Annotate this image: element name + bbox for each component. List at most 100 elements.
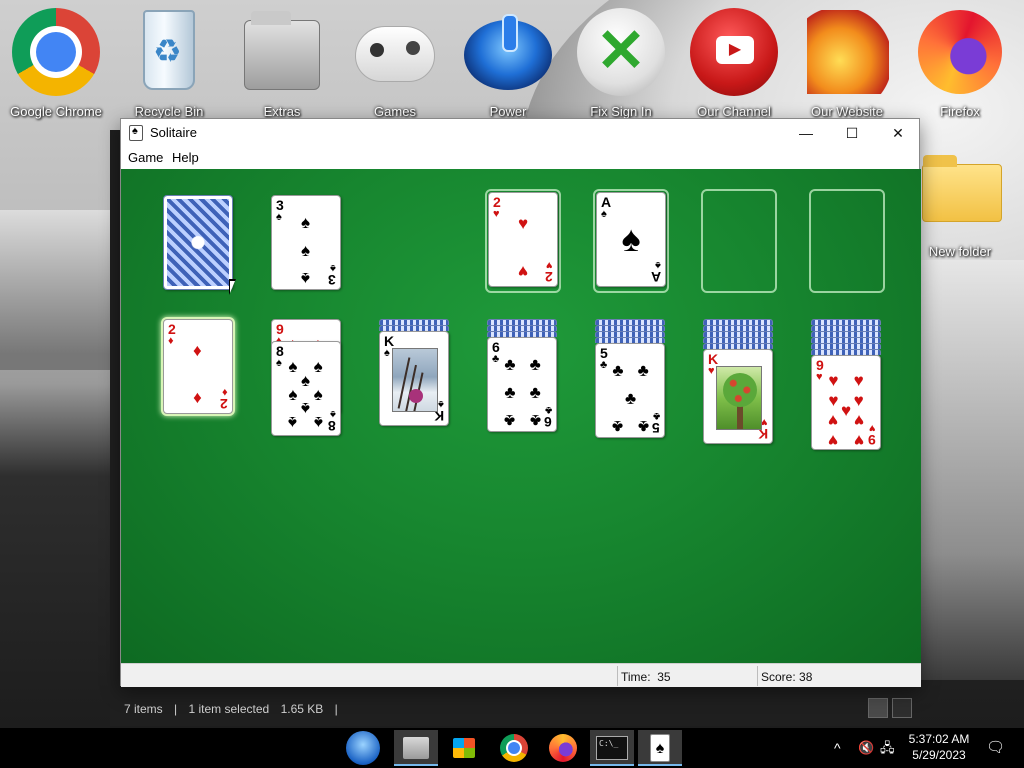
tableau-card[interactable]: 9 ♥ 9 ♥ ♥ ♥ ♥ ♥ ♥ ♥ ♥ ♥ ♥ — [811, 355, 881, 450]
window-title: Solitaire — [150, 125, 197, 140]
score-value: 38 — [799, 670, 813, 684]
desktop-icon-our-channel[interactable]: Our Channel — [682, 4, 786, 124]
solitaire-app-icon[interactable] — [129, 125, 143, 141]
card-pip: ♠ — [301, 241, 311, 260]
maximize-button[interactable]: ☐ — [829, 119, 875, 147]
card-pip: ♣ — [504, 355, 516, 374]
large-icons-view-button[interactable] — [892, 698, 912, 718]
taskbar-store[interactable] — [442, 730, 486, 766]
card-rank: 2 — [493, 194, 501, 210]
menu-game[interactable]: Game — [128, 150, 163, 165]
minimize-button[interactable]: — — [783, 119, 829, 147]
desktop-icon-games[interactable]: Games — [343, 4, 447, 124]
card-rank: A — [650, 269, 661, 285]
menu-help[interactable]: Help — [172, 150, 199, 165]
desktop-icon-google-chrome[interactable]: Google Chrome — [4, 4, 108, 124]
close-button[interactable]: ✕ — [875, 119, 921, 147]
desktop-icon-extras[interactable]: Extras — [230, 4, 334, 124]
taskbar-chrome[interactable] — [492, 730, 536, 766]
volume-muted-icon[interactable]: 🔇 — [858, 728, 874, 768]
desktop-icon-fix-sign-in[interactable]: Fix Sign In — [569, 4, 673, 124]
tray-chevron-icon[interactable]: ^ — [834, 728, 841, 768]
card-pip: ♠ — [301, 371, 311, 390]
desktop-icon-our-website[interactable]: Our Website — [795, 4, 899, 124]
card-rank: 5 — [600, 345, 608, 361]
card-pip: ♠ — [313, 413, 323, 432]
card-suit: ♦ — [222, 386, 228, 398]
solitaire-icon: ♠ — [650, 734, 670, 762]
card-rank: 2 — [220, 396, 228, 412]
card-suit: ♣ — [652, 410, 660, 422]
card-pip: ♥ — [853, 431, 864, 450]
chrome-icon — [12, 8, 100, 96]
notification-icon[interactable]: 🗨 — [986, 728, 1005, 768]
card-pip: ♣ — [504, 383, 516, 402]
taskbar-firefox[interactable] — [541, 730, 585, 766]
title-bar[interactable]: Solitaire — ☐ ✕ — [121, 119, 919, 147]
card-rank: 8 — [328, 418, 336, 434]
details-view-button[interactable] — [868, 698, 888, 718]
explorer-size: 1.65 KB — [280, 702, 324, 716]
card-rank: 9 — [276, 321, 284, 337]
youtube-icon — [690, 8, 778, 96]
desktop-icon-firefox[interactable]: Firefox — [908, 4, 1012, 124]
foundation-slot[interactable] — [701, 189, 777, 293]
taskbar-file-explorer[interactable] — [394, 730, 438, 766]
game-status-bar: Time: 35 Score: 38 — [121, 663, 921, 687]
card-rank: K — [384, 333, 395, 349]
card-pip: ♥ — [853, 391, 864, 410]
card-pip: ♣ — [612, 417, 624, 436]
taskbar-solitaire[interactable]: ♠ — [638, 730, 682, 766]
stock-pile[interactable] — [163, 195, 233, 290]
tableau-card[interactable]: K ♠ K ♠ — [379, 331, 449, 426]
desktop-icon-label: Extras — [263, 104, 301, 119]
card-suit: ♠ — [276, 357, 282, 369]
store-icon — [453, 738, 475, 758]
card-suit: ♦ — [168, 335, 174, 347]
card-rank: 2 — [168, 321, 176, 337]
card-suit: ♠ — [384, 347, 390, 359]
foundation-card[interactable]: 2 ♥ 2 ♥ ♥ ♥ — [488, 192, 558, 287]
cmd-icon: C:\_ — [596, 736, 628, 760]
solitaire-window: Solitaire — ☐ ✕ Game Help 3♠3♠♠♠♠2♥2♥♥♥A… — [120, 118, 921, 687]
clock-date: 5/29/2023 — [912, 748, 966, 762]
card-rank: 3 — [328, 272, 336, 288]
desktop-icon-new-folder[interactable]: New folder — [908, 150, 1012, 270]
menu-bar: Game Help — [121, 147, 919, 169]
tableau-card[interactable]: 8 ♠ 8 ♠ ♠ ♠ ♠ ♠ ♠ ♠ ♠ ♠ — [271, 341, 341, 436]
tableau-card[interactable]: K ♥ K ♥ — [703, 349, 773, 444]
card-pip: ♣ — [529, 411, 541, 430]
foundation-slot[interactable] — [809, 189, 885, 293]
firefox-icon — [918, 10, 1002, 94]
start-button[interactable] — [340, 730, 384, 766]
tableau-card[interactable]: 5 ♣ 5 ♣ ♣ ♣ ♣ ♣ ♣ — [595, 343, 665, 438]
desktop-icon-power[interactable]: Power — [456, 4, 560, 124]
gamepad-icon — [355, 26, 435, 82]
time-value: 35 — [657, 670, 671, 684]
card-rank: 9 — [816, 357, 824, 373]
desktop-icon-recycle-bin[interactable]: Recycle Bin — [117, 4, 221, 124]
power-icon — [464, 14, 552, 90]
windows-orb-icon — [346, 731, 380, 765]
card-pip: ♠ — [288, 357, 298, 376]
card-rank: 8 — [276, 343, 284, 359]
card-suit: ♠ — [330, 408, 336, 420]
card-pip: ♦ — [193, 389, 202, 408]
explorer-window-edge — [110, 130, 120, 690]
card-pip: ♠ — [621, 218, 641, 259]
foundation-card[interactable]: A ♠ A ♠ ♠ — [596, 192, 666, 287]
card-pip: ♠ — [313, 385, 323, 404]
card-pip: ♥ — [828, 371, 839, 390]
status-separator — [757, 666, 758, 686]
waste-pile-card[interactable]: 3 ♠ 3 ♠ ♠ ♠ ♠ — [271, 195, 341, 290]
taskbar-command-prompt[interactable]: C:\_ — [590, 730, 634, 766]
card-pip: ♠ — [313, 357, 323, 376]
tableau-card[interactable]: 2 ♦ 2 ♦ ♦ ♦ — [163, 319, 233, 414]
game-table[interactable]: 3♠3♠♠♠♠2♥2♥♥♥A♠A♠♠2♦2♦♦♦9♦9♦♦♦♦♦♦♦♦♦♦8♠8… — [121, 169, 921, 663]
taskbar: C:\_ ♠ ^ 🔇 🖧 5:37:02 AM 5/29/2023 🗨 — [0, 728, 1024, 768]
desktop-icon-label: New folder — [928, 244, 992, 259]
network-icon[interactable]: 🖧 — [880, 728, 895, 768]
time-display: Time: 35 — [621, 670, 671, 684]
tableau-card[interactable]: 6 ♣ 6 ♣ ♣ ♣ ♣ ♣ ♣ ♣ — [487, 337, 557, 432]
taskbar-clock[interactable]: 5:37:02 AM 5/29/2023 — [902, 731, 976, 763]
